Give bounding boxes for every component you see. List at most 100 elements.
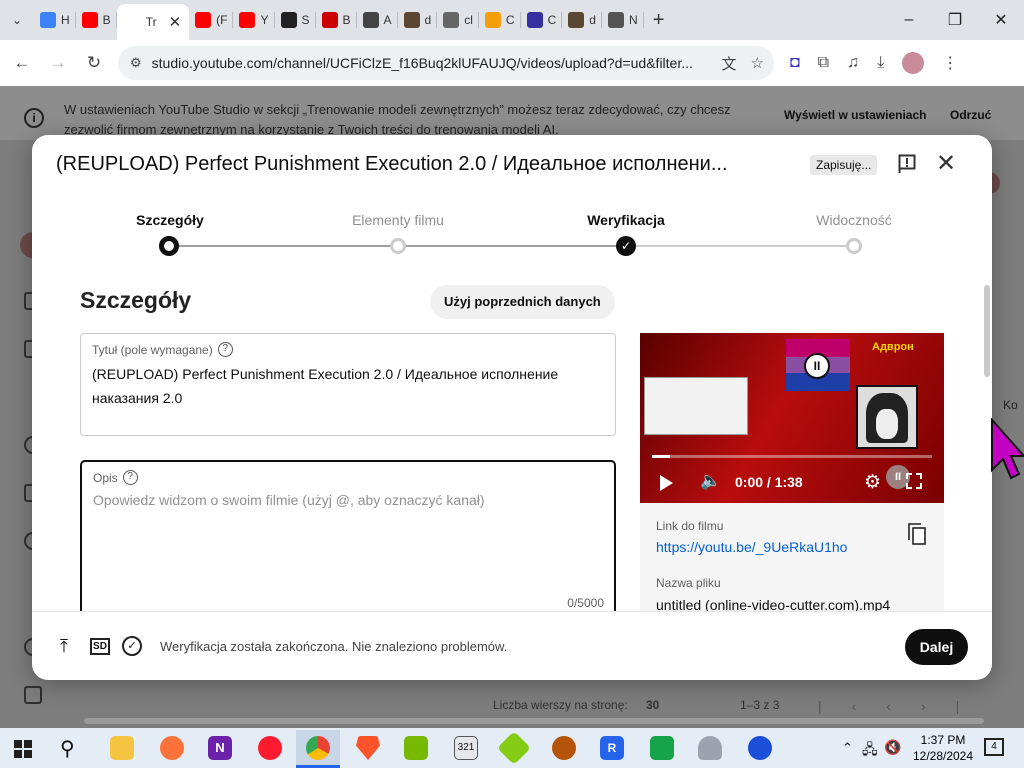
video-preview[interactable]: II Адврон 🔈 0:00 / 1:38 ⚙ II	[640, 333, 944, 503]
browser-tab[interactable]: S	[275, 0, 316, 40]
description-field[interactable]: Opis ? Opowiedz widzom o swoim filmie (u…	[80, 460, 616, 611]
checks-complete-icon[interactable]: ✓	[122, 636, 142, 656]
tab-favicon-icon	[124, 14, 141, 30]
profile-avatar[interactable]	[902, 52, 925, 74]
extensions-puzzle-icon[interactable]: ⧉	[818, 54, 829, 72]
tray-chevron-up-icon[interactable]: ⌃	[842, 740, 853, 756]
volume-icon[interactable]: 🔈	[700, 471, 721, 491]
title-help-icon[interactable]: ?	[217, 342, 233, 357]
nvidia-icon[interactable]	[404, 736, 428, 760]
browser-tab[interactable]: Tr ✕	[116, 4, 190, 40]
page-horizontal-scrollbar[interactable]	[84, 718, 984, 724]
fullscreen-icon[interactable]	[906, 473, 922, 489]
media-controls-icon[interactable]: ♫	[847, 54, 859, 72]
video-progress-track[interactable]	[652, 455, 932, 458]
notifications-icon[interactable]: 4	[984, 738, 1004, 756]
browser-tab[interactable]: H	[34, 0, 76, 40]
taskbar-search-icon[interactable]: ⚲	[60, 736, 75, 761]
tab-search-chevron-icon[interactable]: ⌄	[0, 0, 34, 40]
description-input[interactable]: Opowiedz widzom o swoim filmie (użyj @, …	[93, 492, 485, 508]
browser-tab[interactable]: C	[479, 0, 521, 40]
minimize-icon[interactable]: –	[886, 0, 932, 40]
app-security-icon[interactable]	[748, 736, 772, 760]
tab-label: C	[505, 13, 515, 27]
show-in-settings-button[interactable]: Wyświetl w ustawieniach	[784, 108, 927, 122]
tab-favicon-icon	[195, 12, 212, 28]
url-text[interactable]: studio.youtube.com/channel/UCFiClzE_f16B…	[152, 55, 692, 71]
app-r-icon[interactable]: R	[600, 736, 624, 760]
app-transfer-icon[interactable]	[650, 736, 674, 760]
browser-tab[interactable]: cl	[437, 0, 479, 40]
close-dialog-icon[interactable]: ✕	[936, 149, 956, 178]
bookmark-star-icon[interactable]: ☆	[751, 54, 764, 72]
forward-icon[interactable]: →	[40, 45, 76, 81]
download-icon[interactable]: ⤓	[877, 54, 884, 72]
upload-dialog: (REUPLOAD) Perfect Punishment Execution …	[32, 135, 992, 680]
dialog-scrollbar[interactable]	[984, 285, 990, 377]
translate-icon[interactable]: 文	[722, 53, 737, 74]
taskbar-clock[interactable]: 1:37 PM 12/28/2024	[908, 732, 978, 764]
stepper-remaining-line	[626, 245, 854, 247]
title-field[interactable]: Tytuł (pole wymagane) ? (REUPLOAD) Perfe…	[80, 333, 616, 436]
browser-menu-icon[interactable]: ⋮	[942, 53, 958, 73]
volume-muted-icon[interactable]: 🔇	[884, 739, 901, 756]
browser-tab[interactable]: d	[562, 0, 602, 40]
new-tab-button[interactable]: +	[644, 9, 674, 32]
dialog-title: (REUPLOAD) Perfect Punishment Execution …	[56, 153, 728, 175]
maximize-icon[interactable]: ❐	[932, 0, 978, 40]
close-tab-icon[interactable]: ✕	[169, 13, 182, 31]
description-help-icon[interactable]: ?	[122, 470, 138, 485]
tab-favicon-icon	[239, 12, 256, 28]
upload-icon[interactable]: ⤒	[60, 636, 68, 657]
step-checks-check-icon[interactable]: ✓	[616, 236, 636, 256]
sidebar-feedback-icon[interactable]	[24, 686, 42, 704]
copy-link-icon[interactable]	[908, 523, 926, 548]
tab-favicon-icon	[362, 12, 379, 28]
dismiss-banner-button[interactable]: Odrzuć	[950, 108, 991, 122]
close-window-icon[interactable]: ✕	[978, 0, 1024, 40]
title-input[interactable]: (REUPLOAD) Perfect Punishment Execution …	[92, 362, 602, 410]
step-checks-label[interactable]: Weryfikacja	[556, 212, 696, 228]
browser-tab[interactable]: (F	[189, 0, 234, 40]
step-video-elements-label[interactable]: Elementy filmu	[328, 212, 468, 228]
video-progress-fill	[652, 455, 670, 458]
file-explorer-icon[interactable]	[110, 736, 134, 760]
app-face-icon[interactable]	[552, 736, 576, 760]
site-settings-icon[interactable]: ⚙	[130, 55, 142, 71]
step-details-dot[interactable]	[159, 236, 179, 256]
opera-icon[interactable]	[258, 736, 282, 760]
browser-tab[interactable]: N	[602, 0, 644, 40]
calendar-app-icon[interactable]: 321	[454, 736, 478, 760]
network-icon[interactable]: 🖧	[862, 739, 878, 763]
reuse-details-button[interactable]: Użyj poprzednich danych	[430, 285, 615, 319]
next-button[interactable]: Dalej	[905, 629, 968, 665]
back-icon[interactable]: ←	[4, 45, 40, 81]
step-visibility-dot[interactable]	[846, 238, 862, 254]
address-bar[interactable]: ⚙ studio.youtube.com/channel/UCFiClzE_f1…	[118, 46, 774, 80]
browser-tab[interactable]: d	[398, 0, 438, 40]
report-issue-icon[interactable]	[898, 154, 916, 179]
rows-per-page-select[interactable]: 30	[646, 698, 659, 712]
pagination-arrows-icon[interactable]: |‹‹›|	[818, 698, 989, 714]
extension-icon[interactable]: ◘	[790, 54, 800, 72]
reload-icon[interactable]: ↻	[76, 45, 112, 81]
start-windows-icon[interactable]	[14, 740, 32, 761]
browser-tab[interactable]: B	[76, 0, 117, 40]
play-icon[interactable]	[660, 475, 673, 491]
step-visibility-label[interactable]: Widoczność	[784, 212, 924, 228]
chrome-icon[interactable]	[306, 736, 330, 760]
tab-favicon-icon	[568, 12, 585, 28]
sd-quality-icon[interactable]: SD	[90, 638, 110, 655]
firefox-icon[interactable]	[160, 736, 184, 760]
step-video-elements-dot[interactable]	[390, 238, 406, 254]
bg-column-label: Ko	[1003, 398, 1018, 412]
browser-tab[interactable]: C	[521, 0, 563, 40]
video-settings-icon[interactable]: ⚙	[864, 471, 881, 494]
onenote-icon[interactable]: N	[208, 736, 232, 760]
browser-tab[interactable]: A	[357, 0, 398, 40]
app-ghost-icon[interactable]	[698, 736, 722, 760]
browser-tab[interactable]: B	[316, 0, 357, 40]
browser-tab[interactable]: Y	[233, 0, 275, 40]
step-details-label[interactable]: Szczegóły	[100, 212, 240, 228]
video-link[interactable]: https://youtu.be/_9UeRkaU1ho	[656, 539, 847, 555]
